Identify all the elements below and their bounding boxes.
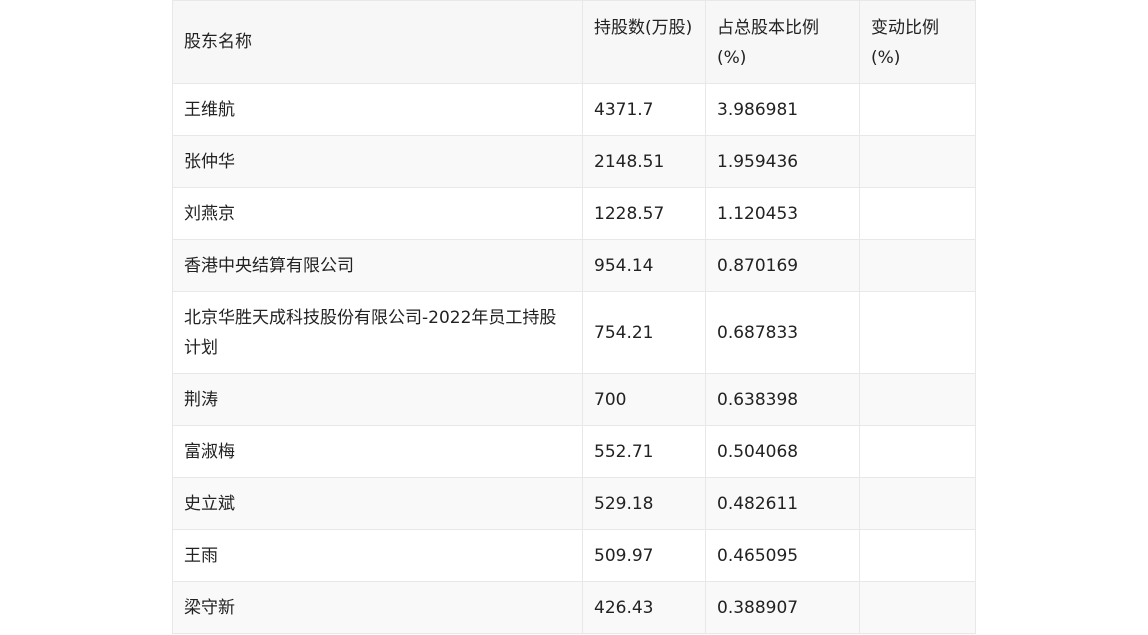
cell-shareholder-name: 王维航 [172,83,583,136]
table-row: 北京华胜天成科技股份有限公司-2022年员工持股计划 754.21 0.6878… [172,291,976,374]
cell-shareholder-name: 王雨 [172,529,583,582]
cell-share-ratio: 0.465095 [705,529,860,582]
table-row: 史立斌 529.18 0.482611 [172,477,976,530]
cell-shares-held: 4371.7 [582,83,706,136]
cell-change-ratio [859,83,976,136]
table-header: 股东名称 持股数(万股) 占总股本比例(%) 变动比例(%) [172,0,976,84]
cell-shareholder-name: 张仲华 [172,135,583,188]
header-change-ratio: 变动比例(%) [859,0,976,84]
table-body: 王维航 4371.7 3.986981 张仲华 2148.51 1.959436… [172,83,976,634]
cell-shares-held: 426.43 [582,581,706,634]
cell-change-ratio [859,477,976,530]
cell-change-ratio [859,373,976,426]
cell-share-ratio: 1.120453 [705,187,860,240]
table-row: 香港中央结算有限公司 954.14 0.870169 [172,239,976,292]
table-row: 张仲华 2148.51 1.959436 [172,135,976,188]
cell-shareholder-name: 富淑梅 [172,425,583,478]
cell-share-ratio: 3.986981 [705,83,860,136]
cell-shares-held: 2148.51 [582,135,706,188]
cell-share-ratio: 0.388907 [705,581,860,634]
cell-change-ratio [859,135,976,188]
cell-share-ratio: 0.482611 [705,477,860,530]
cell-shareholder-name: 史立斌 [172,477,583,530]
header-shareholder-name: 股东名称 [172,0,583,84]
table-row: 刘燕京 1228.57 1.120453 [172,187,976,240]
cell-shareholder-name: 荆涛 [172,373,583,426]
cell-change-ratio [859,291,976,374]
shareholder-table: 股东名称 持股数(万股) 占总股本比例(%) 变动比例(%) 王维航 4371.… [172,0,976,634]
header-shares-held: 持股数(万股) [582,0,706,84]
cell-shares-held: 954.14 [582,239,706,292]
cell-share-ratio: 1.959436 [705,135,860,188]
header-row: 股东名称 持股数(万股) 占总股本比例(%) 变动比例(%) [172,0,976,84]
cell-change-ratio [859,529,976,582]
table-row: 梁守新 426.43 0.388907 [172,581,976,634]
cell-change-ratio [859,581,976,634]
cell-shares-held: 552.71 [582,425,706,478]
cell-change-ratio [859,239,976,292]
cell-shareholder-name: 北京华胜天成科技股份有限公司-2022年员工持股计划 [172,291,583,374]
table-row: 富淑梅 552.71 0.504068 [172,425,976,478]
cell-shares-held: 754.21 [582,291,706,374]
cell-shares-held: 1228.57 [582,187,706,240]
cell-change-ratio [859,425,976,478]
table-row: 王维航 4371.7 3.986981 [172,83,976,136]
cell-shareholder-name: 梁守新 [172,581,583,634]
cell-share-ratio: 0.687833 [705,291,860,374]
cell-change-ratio [859,187,976,240]
cell-shares-held: 700 [582,373,706,426]
table-row: 王雨 509.97 0.465095 [172,529,976,582]
cell-share-ratio: 0.504068 [705,425,860,478]
shareholder-table-container: 股东名称 持股数(万股) 占总股本比例(%) 变动比例(%) 王维航 4371.… [172,0,976,634]
cell-share-ratio: 0.638398 [705,373,860,426]
cell-share-ratio: 0.870169 [705,239,860,292]
cell-shareholder-name: 香港中央结算有限公司 [172,239,583,292]
header-share-ratio: 占总股本比例(%) [705,0,860,84]
cell-shares-held: 509.97 [582,529,706,582]
table-row: 荆涛 700 0.638398 [172,373,976,426]
cell-shareholder-name: 刘燕京 [172,187,583,240]
cell-shares-held: 529.18 [582,477,706,530]
